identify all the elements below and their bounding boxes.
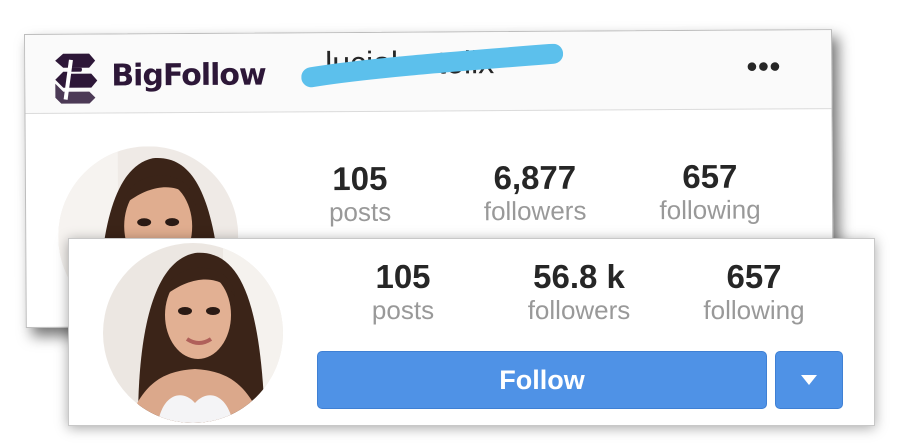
caret-down-icon bbox=[801, 375, 817, 385]
posts-label: posts bbox=[328, 196, 392, 228]
following-stat[interactable]: 657 following bbox=[664, 258, 844, 326]
followers-count: 6,877 bbox=[493, 158, 577, 197]
bigfollow-logo: BigFollow bbox=[47, 47, 266, 104]
posts-stat: 105 posts bbox=[313, 258, 493, 326]
posts-stat: 105 posts bbox=[270, 160, 450, 227]
followers-count: 56.8 k bbox=[533, 258, 625, 295]
following-label: following bbox=[659, 194, 761, 226]
more-options-icon[interactable]: ••• bbox=[747, 50, 782, 84]
posts-count: 105 bbox=[375, 258, 431, 295]
suggestions-dropdown-button[interactable] bbox=[775, 351, 843, 409]
following-stat[interactable]: 657 following bbox=[620, 158, 800, 225]
following-count: 657 bbox=[682, 157, 738, 195]
avatar-image bbox=[103, 243, 283, 423]
posts-label: posts bbox=[371, 295, 435, 325]
followers-label: followers bbox=[483, 195, 587, 227]
following-label: following bbox=[703, 295, 805, 325]
followers-label: followers bbox=[527, 295, 631, 325]
profile-header: BigFollow luciabartolix ••• bbox=[25, 30, 832, 114]
brand-name: BigFollow bbox=[111, 57, 266, 93]
follow-button[interactable]: Follow bbox=[317, 351, 767, 409]
profile-avatar[interactable] bbox=[103, 243, 283, 423]
profile-card-after: 105 posts 56.8 k followers 657 following… bbox=[68, 238, 875, 426]
followers-stat[interactable]: 56.8 k followers bbox=[489, 258, 669, 326]
following-count: 657 bbox=[726, 258, 782, 295]
followers-stat[interactable]: 6,877 followers bbox=[445, 158, 625, 227]
bigfollow-logo-icon bbox=[55, 53, 98, 104]
redaction-scribble bbox=[301, 43, 564, 88]
posts-count: 105 bbox=[332, 159, 388, 198]
